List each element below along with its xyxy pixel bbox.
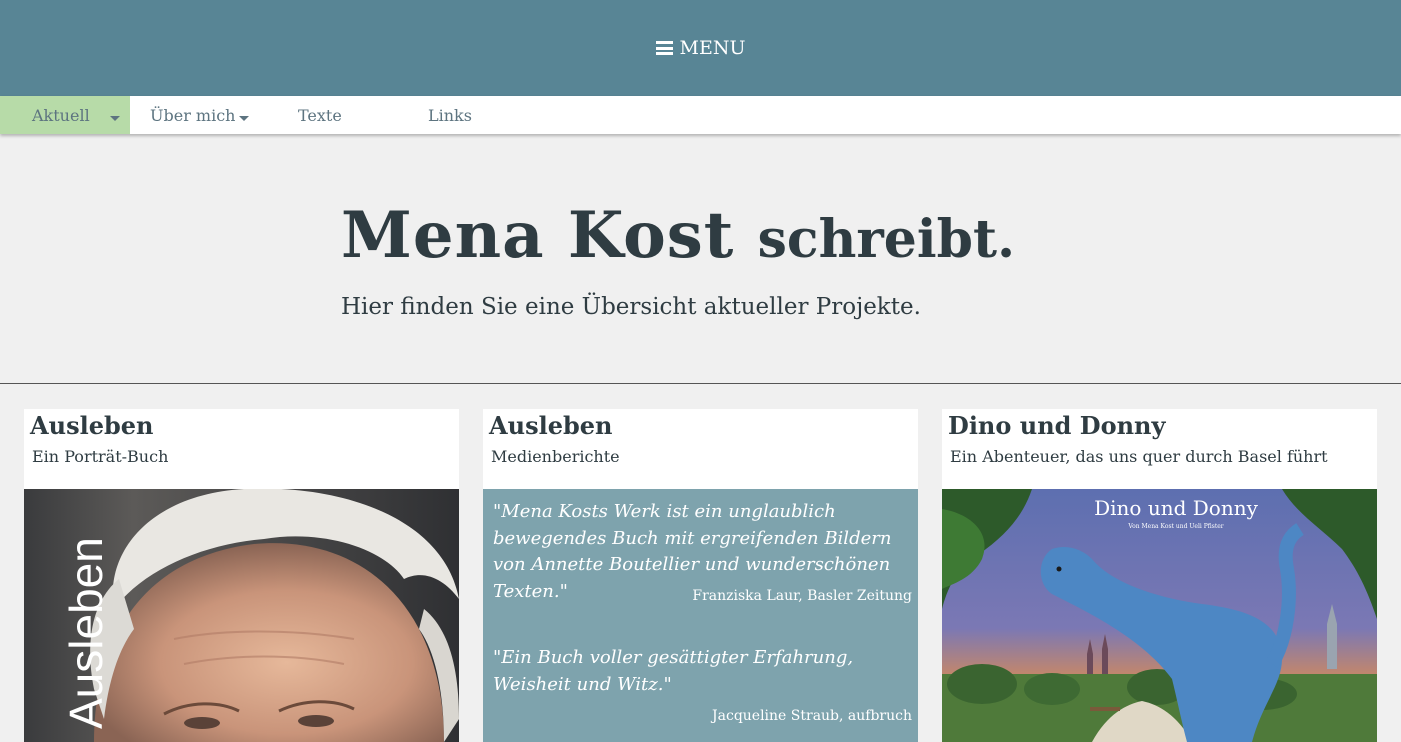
card-subtitle: Ein Porträt-Buch xyxy=(32,447,169,466)
portrait-photo: Ausleben xyxy=(24,489,459,742)
cover-title-text: Ausleben xyxy=(60,537,112,729)
nav-item-label: Links xyxy=(428,105,472,125)
caret-down-icon xyxy=(239,116,249,121)
ausleben-cover-image[interactable]: Ausleben xyxy=(24,489,459,742)
hero-title-small: schreibt. xyxy=(757,209,1016,270)
card-title: Ausleben xyxy=(30,411,154,440)
quote-source: Franziska Laur, Basler Zeitung xyxy=(692,588,912,604)
hero-subtitle: Hier finden Sie eine Übersicht aktueller… xyxy=(341,294,921,320)
press-quote: "Ein Buch voller gesättigter Erfahrung, … xyxy=(493,647,854,695)
hero-title-main: Mena Kost xyxy=(341,198,735,273)
dino-illustration: Dino und Donny Von Mena Kost und Ueli Pf… xyxy=(942,489,1377,742)
cover-byline-text: Von Mena Kost und Ueli Pfister xyxy=(1127,523,1223,530)
menu-toggle-button[interactable]: MENU xyxy=(655,37,746,59)
card-subtitle: Medienberichte xyxy=(491,447,620,466)
section-divider xyxy=(0,383,1401,384)
nav-item-links[interactable]: Links xyxy=(390,96,520,134)
nav-item-label: Texte xyxy=(298,105,342,125)
card-subtitle: Ein Abenteuer, das uns quer durch Basel … xyxy=(950,447,1328,466)
site-header: MENU xyxy=(0,0,1401,96)
menu-label: MENU xyxy=(679,37,746,59)
nav-item-ueber-mich[interactable]: Über mich xyxy=(130,96,260,134)
card-ausleben-portrait[interactable]: Ausleben Ein Porträt-Buch Ausleben xyxy=(24,409,459,742)
card-title: Ausleben xyxy=(489,411,613,440)
card-dino-und-donny[interactable]: Dino und Donny Ein Abenteuer, das uns qu… xyxy=(942,409,1377,742)
hamburger-icon xyxy=(655,41,673,55)
nav-item-label: Über mich xyxy=(150,105,236,125)
nav-item-aktuell[interactable]: Aktuell xyxy=(0,96,130,134)
caret-down-icon xyxy=(110,116,120,121)
page-title: Mena Kost schreibt. xyxy=(341,196,1015,280)
media-quotes-panel: "Mena Kosts Werk ist ein unglaublich bew… xyxy=(483,489,918,742)
cover-title-text: Dino und Donny xyxy=(1094,496,1258,520)
quote-source: Jacqueline Straub, aufbruch xyxy=(712,708,912,724)
dino-cover-image[interactable]: Dino und Donny Von Mena Kost und Ueli Pf… xyxy=(942,489,1377,742)
card-ausleben-medien[interactable]: Ausleben Medienberichte "Mena Kosts Werk… xyxy=(483,409,918,742)
main-nav: Aktuell Über mich Texte Links xyxy=(0,96,1401,134)
card-title: Dino und Donny xyxy=(948,411,1166,440)
nav-item-label: Aktuell xyxy=(32,105,90,125)
nav-item-texte[interactable]: Texte xyxy=(260,96,390,134)
hero-section: Mena Kost schreibt. Hier finden Sie eine… xyxy=(341,196,1015,320)
